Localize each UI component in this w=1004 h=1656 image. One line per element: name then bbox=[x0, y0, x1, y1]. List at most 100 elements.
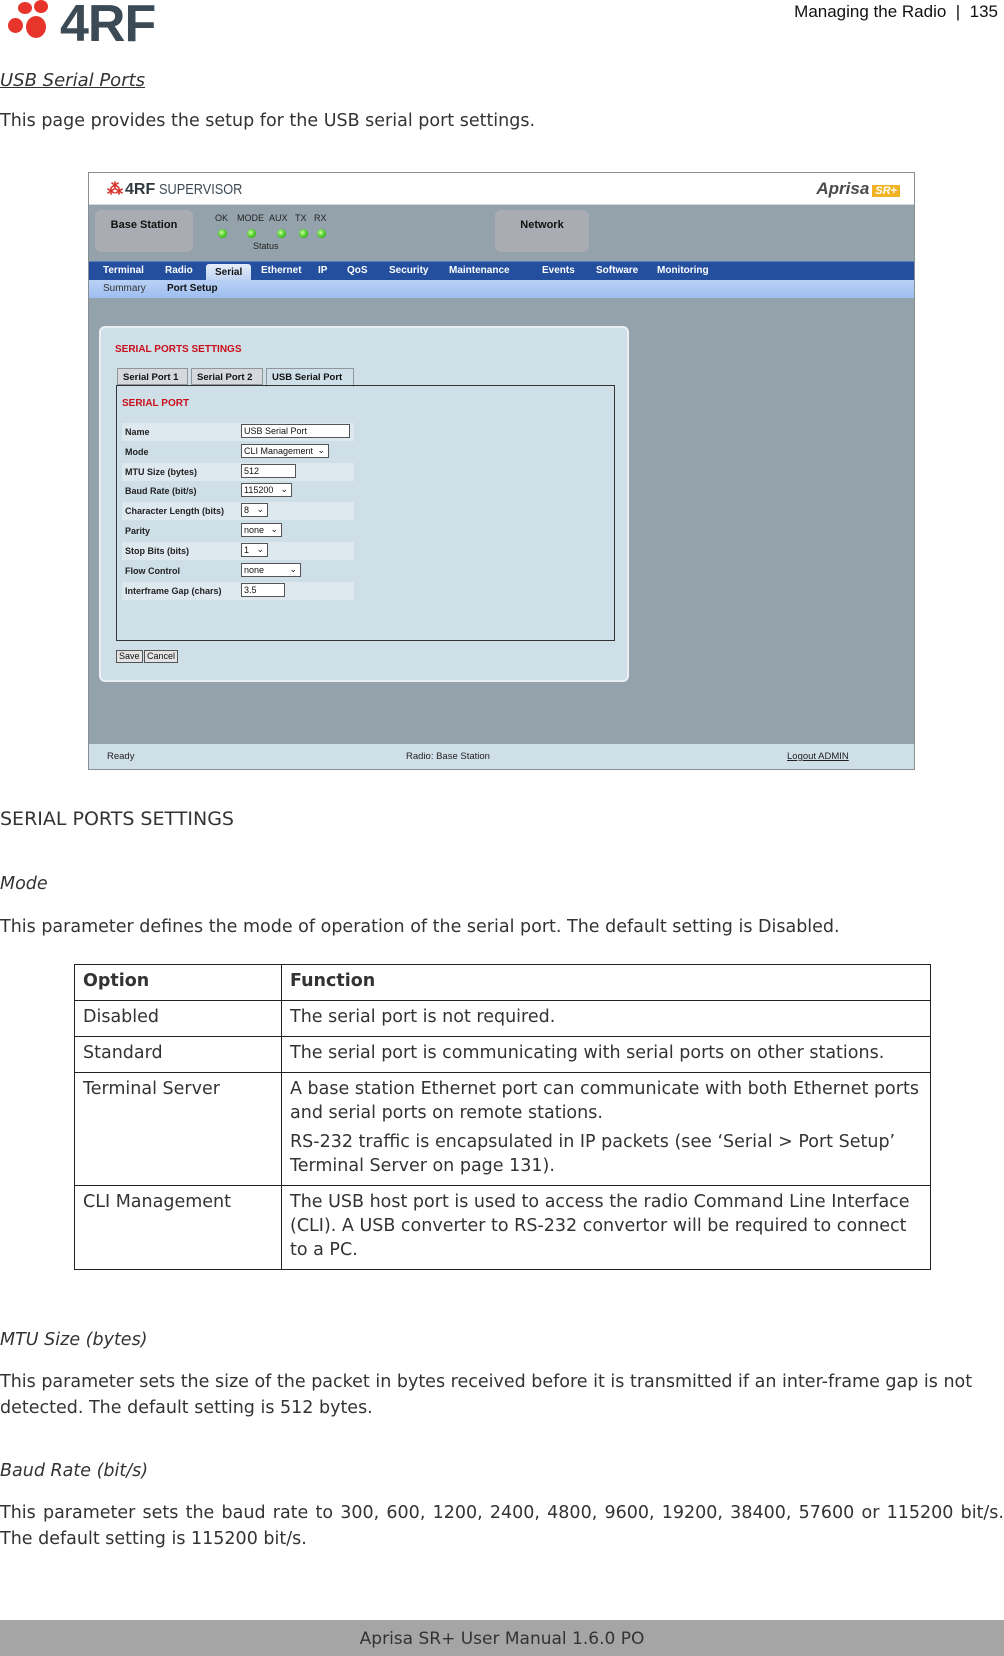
function-text: The USB host port is used to access the … bbox=[290, 1192, 910, 1260]
app-status-footer: Ready Radio: Base Station Logout ADMIN bbox=[89, 744, 914, 769]
option-cell: Standard bbox=[74, 1036, 282, 1073]
function-cell: The USB host port is used to access the … bbox=[281, 1185, 931, 1270]
network-box[interactable]: Network bbox=[495, 210, 589, 252]
subnav-summary[interactable]: Summary bbox=[103, 283, 146, 294]
table-row: Terminal Server A base station Ethernet … bbox=[74, 1072, 931, 1186]
brand-product: SUPERVISOR bbox=[159, 181, 243, 198]
function-text: RS-232 traffic is encapsulated in IP pac… bbox=[290, 1132, 896, 1176]
field-label: Parity bbox=[125, 526, 151, 536]
led-aux-icon bbox=[277, 229, 286, 238]
aprisa-badge: SR+ bbox=[872, 185, 900, 197]
field-row-interframe-gap: Interframe Gap (chars) 3.5 bbox=[122, 582, 354, 600]
char-length-value: 8 bbox=[244, 505, 250, 515]
brand-logo-icon: ⁂ bbox=[107, 181, 123, 198]
logo-dot bbox=[18, 2, 32, 14]
nav-security[interactable]: Security bbox=[389, 265, 428, 276]
chevron-down-icon: ⌄ bbox=[280, 484, 288, 494]
radio-status: Radio: Base Station bbox=[406, 751, 490, 762]
field-label: Mode bbox=[125, 447, 149, 457]
field-row-name: Name USB Serial Port bbox=[122, 423, 354, 441]
field-row-stop-bits: Stop Bits (bits) 1 ⌄ bbox=[122, 542, 354, 560]
chevron-down-icon: ⌄ bbox=[256, 504, 264, 514]
aprisa-logo: Aprisa SR+ bbox=[816, 179, 900, 199]
parity-select[interactable]: none ⌄ bbox=[241, 523, 282, 537]
table-row: Standard The serial port is communicatin… bbox=[74, 1036, 931, 1073]
field-label: MTU Size (bytes) bbox=[125, 467, 198, 477]
status-ready: Ready bbox=[107, 751, 135, 762]
led-label: RX bbox=[314, 213, 327, 223]
baud-desc: This parameter sets the baud rate to 300… bbox=[0, 1503, 1004, 1549]
nav-software[interactable]: Software bbox=[596, 265, 638, 276]
function-cell: The serial port is not required. bbox=[281, 1000, 931, 1037]
nav-terminal[interactable]: Terminal bbox=[103, 265, 144, 276]
option-cell: Terminal Server bbox=[74, 1072, 282, 1186]
table-header-row: Option Function bbox=[74, 964, 931, 1001]
status-bar: Base Station OK MODE AUX TX RX Status Ne… bbox=[89, 205, 914, 261]
stop-bits-select[interactable]: 1 ⌄ bbox=[241, 543, 268, 557]
table-header: Option bbox=[74, 964, 282, 1001]
supervisor-screenshot: ⁂ 4RF SUPERVISOR Aprisa SR+ Base Station OK… bbox=[88, 172, 915, 770]
stop-bits-value: 1 bbox=[244, 545, 250, 555]
led-rx-icon bbox=[317, 229, 326, 238]
nav-radio[interactable]: Radio bbox=[165, 265, 193, 276]
table-header: Function bbox=[281, 964, 931, 1001]
page-footer: Aprisa SR+ User Manual 1.6.0 PO bbox=[0, 1620, 1004, 1656]
nav-qos[interactable]: QoS bbox=[347, 265, 368, 276]
section-heading: SERIAL PORTS SETTINGS bbox=[0, 808, 234, 830]
baud-value: 115200 bbox=[244, 485, 274, 495]
name-input[interactable]: USB Serial Port bbox=[241, 424, 350, 438]
logo-dot bbox=[34, 0, 48, 13]
option-cell: Disabled bbox=[74, 1000, 282, 1037]
tab-serial-port-1[interactable]: Serial Port 1 bbox=[117, 368, 188, 385]
status-caption: Status bbox=[253, 241, 279, 251]
mtu-input[interactable]: 512 bbox=[241, 464, 296, 478]
logo-dot bbox=[26, 16, 46, 38]
field-row-baud: Baud Rate (bit/s) 115200 ⌄ bbox=[122, 482, 354, 500]
flow-control-value: none bbox=[244, 565, 265, 575]
subnav-port-setup[interactable]: Port Setup bbox=[167, 283, 218, 294]
field-row-mtu: MTU Size (bytes) 512 bbox=[122, 463, 354, 481]
chevron-down-icon: ⌄ bbox=[289, 564, 297, 574]
table-row: CLI Management The USB host port is used… bbox=[74, 1185, 931, 1270]
logout-link[interactable]: Logout ADMIN bbox=[787, 751, 849, 762]
mtu-desc: This parameter sets the size of the pack… bbox=[0, 1372, 973, 1418]
led-mode-icon bbox=[247, 229, 256, 238]
nav-monitoring[interactable]: Monitoring bbox=[657, 265, 709, 276]
table-row: Disabled The serial port is not required… bbox=[74, 1000, 931, 1037]
mode-select[interactable]: CLI Management ⌄ bbox=[241, 444, 329, 458]
char-length-select[interactable]: 8 ⌄ bbox=[241, 503, 268, 517]
option-cell: CLI Management bbox=[74, 1185, 282, 1270]
chevron-down-icon: ⌄ bbox=[270, 524, 278, 534]
nav-events[interactable]: Events bbox=[542, 265, 575, 276]
field-label: Name bbox=[125, 427, 150, 437]
nav-maintenance[interactable]: Maintenance bbox=[449, 265, 510, 276]
panel-title: SERIAL PORTS SETTINGS bbox=[115, 344, 242, 355]
brand-name: 4RF bbox=[125, 181, 156, 198]
nav-ethernet[interactable]: Ethernet bbox=[261, 265, 302, 276]
save-button[interactable]: Save bbox=[116, 650, 143, 663]
interframe-gap-input[interactable]: 3.5 bbox=[241, 583, 285, 597]
chevron-down-icon: ⌄ bbox=[256, 544, 264, 554]
doc-title: USB Serial Ports bbox=[0, 70, 146, 91]
led-label: MODE bbox=[237, 213, 264, 223]
field-label: Baud Rate (bit/s) bbox=[125, 486, 197, 496]
led-label: AUX bbox=[269, 213, 288, 223]
sub-nav: Summary Port Setup bbox=[89, 280, 914, 298]
nav-ip[interactable]: IP bbox=[318, 265, 327, 276]
baud-select[interactable]: 115200 ⌄ bbox=[241, 483, 292, 497]
cancel-button[interactable]: Cancel bbox=[144, 650, 179, 663]
station-box: Base Station bbox=[95, 210, 193, 252]
tab-serial-port-2[interactable]: Serial Port 2 bbox=[191, 368, 263, 385]
led-label: TX bbox=[295, 213, 307, 223]
function-text: The serial port is communicating with se… bbox=[290, 1043, 885, 1063]
serial-ports-panel: SERIAL PORTS SETTINGS Serial Port 1 Seri… bbox=[99, 326, 629, 682]
function-cell: The serial port is communicating with se… bbox=[281, 1036, 931, 1073]
mode-value: CLI Management bbox=[244, 446, 314, 456]
flow-control-select[interactable]: none ⌄ bbox=[241, 563, 301, 577]
function-text: The serial port is not required. bbox=[290, 1007, 556, 1027]
field-row-mode: Mode CLI Management ⌄ bbox=[122, 443, 354, 461]
baud-heading: Baud Rate (bit/s) bbox=[0, 1461, 149, 1481]
led-label: OK bbox=[215, 213, 229, 223]
field-label: Stop Bits (bits) bbox=[125, 546, 189, 556]
serial-port-frame: SERIAL PORT Name USB Serial Port Mode CL… bbox=[116, 385, 615, 641]
